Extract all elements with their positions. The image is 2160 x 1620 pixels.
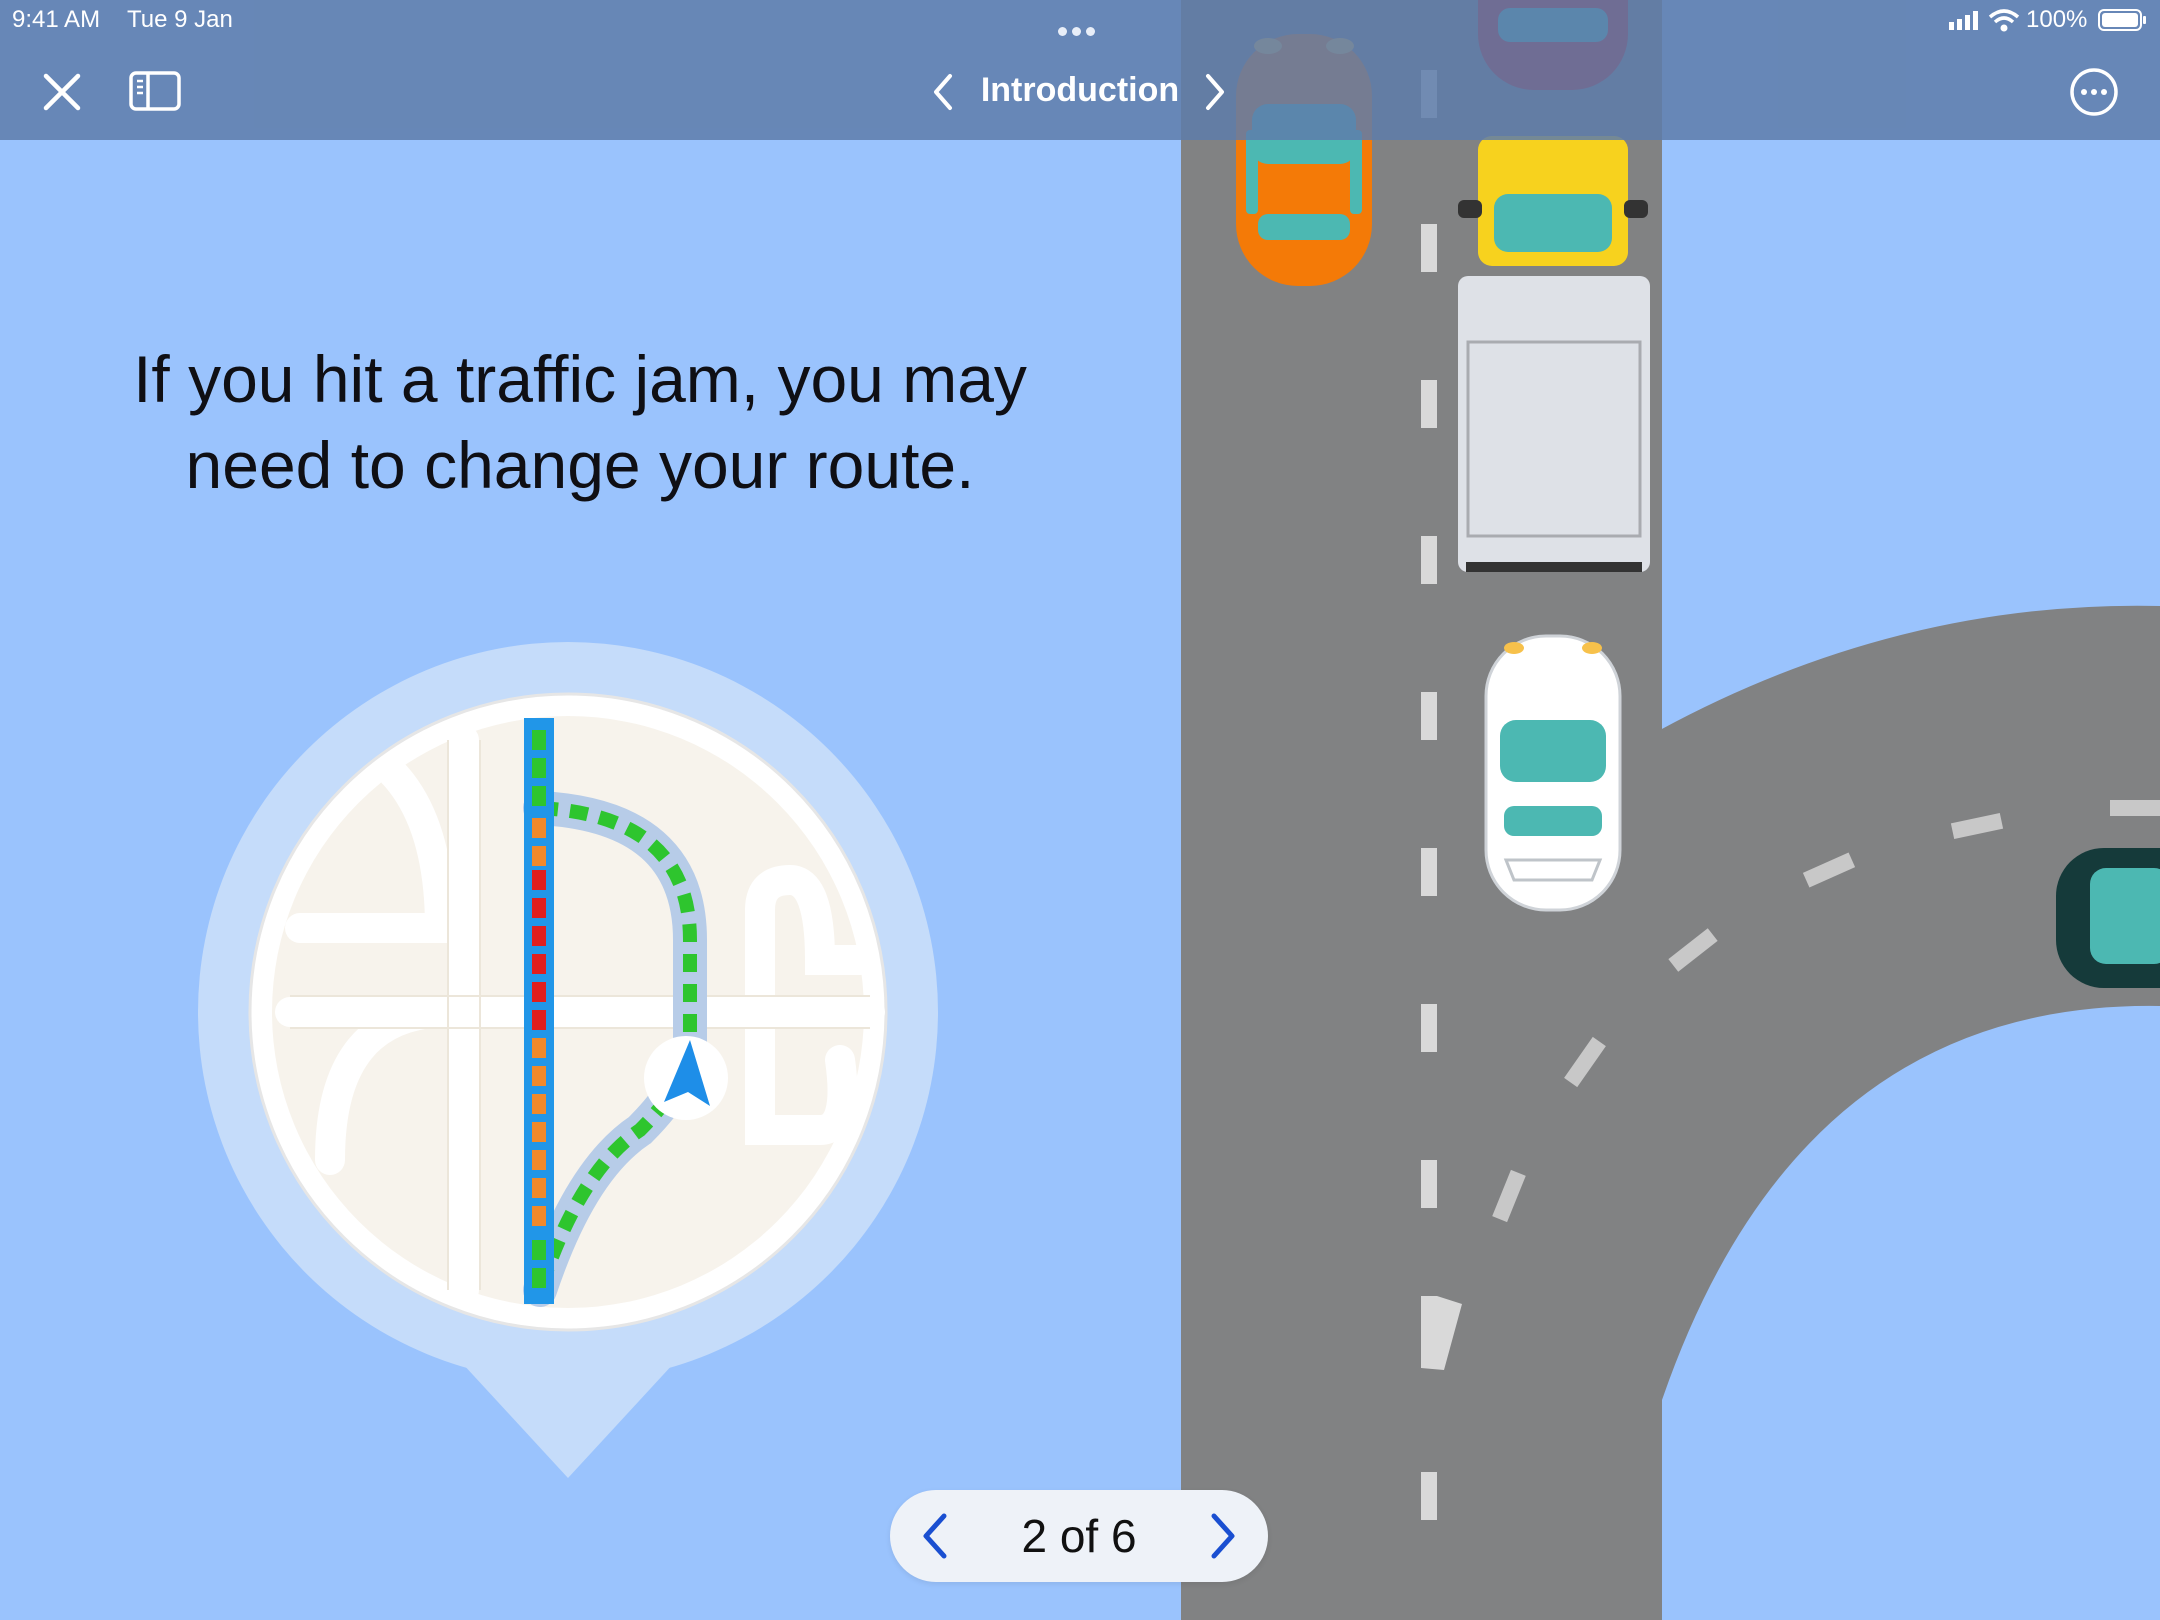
battery-icon [2098,9,2146,31]
close-icon[interactable] [38,68,86,116]
dark-car [2056,848,2160,988]
wifi-icon [1988,9,2020,32]
sidebar-icon[interactable] [128,68,184,116]
illustration-scene [198,0,2160,1620]
chevron-right-icon[interactable] [1196,1510,1246,1562]
lesson-heading: If you hit a traffic jam, you may need t… [133,342,1027,502]
battery-percent: 100% [2026,6,2088,33]
truck [1458,136,1650,572]
chapter-title: Introduction [980,71,1180,109]
chevron-left-icon[interactable] [912,1510,962,1562]
status-time: 9:41 AM [12,6,101,33]
status-date: Tue 9 Jan [127,6,233,33]
chapter-next-icon[interactable] [1200,70,1230,114]
white-car [1484,634,1622,912]
chapter-prev-icon[interactable] [928,70,958,114]
page-count-label: 2 of 6 [1021,1510,1137,1562]
page-indicator: 2 of 6 [890,1490,1268,1582]
status-bar: 9:41 AM Tue 9 Jan 100% [0,0,2160,38]
cellular-signal-icon [1949,11,1978,30]
map-bubble [198,642,938,1478]
multitasking-dots-icon[interactable] [1058,15,1102,36]
ellipsis-circle-icon[interactable] [2068,66,2120,118]
